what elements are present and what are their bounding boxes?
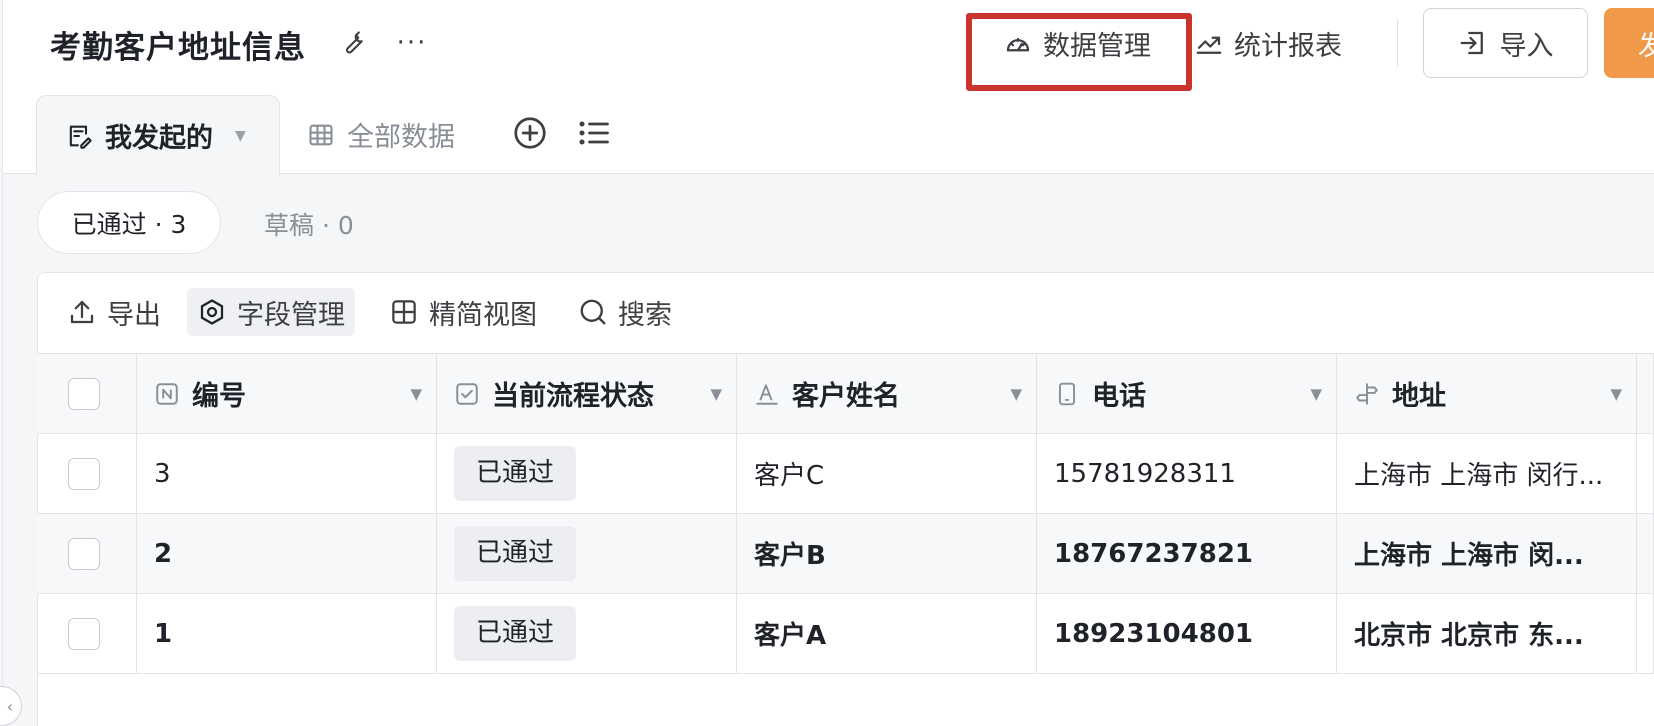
phone-icon (1058, 382, 1076, 405)
column-header-name-label: 客户姓名 (792, 381, 900, 412)
import-button[interactable]: 导入 (1423, 8, 1588, 78)
cell-address: 北京市 北京市 东... (1337, 594, 1637, 673)
page-title: 考勤客户地址信息 (50, 30, 306, 66)
row-checkbox[interactable] (68, 617, 100, 650)
tab-my-submissions-label: 我发起的 (105, 123, 213, 154)
data-table: 编号 ▼ 当前流程状态 ▼ 客户姓名 ▼ 电话 ▼ 地址 ▼ 3 已通过 客户C… (37, 354, 1654, 674)
checkbox-field-icon (456, 382, 478, 405)
import-label: 导入 (1499, 30, 1554, 62)
select-all-cell (37, 354, 137, 433)
column-header-status-label: 当前流程状态 (492, 381, 654, 412)
column-menu-icon[interactable]: ▼ (1310, 385, 1322, 403)
add-view-icon[interactable] (512, 115, 548, 151)
primary-action-button[interactable]: 发 (1604, 8, 1654, 78)
column-header-id[interactable]: 编号 ▼ (137, 354, 437, 433)
table-icon (309, 124, 333, 145)
cell-overflow (1637, 434, 1654, 513)
grid-icon (392, 300, 416, 324)
more-icon[interactable]: ··· (392, 26, 432, 60)
cell-id: 3 (137, 434, 437, 513)
filter-draft-chip[interactable]: 草稿 · 0 (264, 206, 354, 242)
column-menu-icon[interactable]: ▼ (1010, 385, 1022, 403)
caret-down-icon[interactable]: ▼ (235, 128, 246, 144)
export-label: 导出 (107, 299, 161, 331)
column-header-name[interactable]: 客户姓名 ▼ (737, 354, 1037, 433)
column-menu-icon[interactable]: ▼ (1610, 385, 1622, 403)
search-label: 搜索 (618, 299, 672, 331)
column-header-phone[interactable]: 电话 ▼ (1037, 354, 1337, 433)
text-field-icon (756, 383, 778, 405)
cell-address: 上海市 上海市 闵行... (1337, 434, 1637, 513)
column-menu-icon[interactable]: ▼ (710, 385, 722, 403)
import-icon (1460, 31, 1483, 55)
table-header-row: 编号 ▼ 当前流程状态 ▼ 客户姓名 ▼ 电话 ▼ 地址 ▼ (37, 354, 1654, 434)
cell-name: 客户A (737, 594, 1037, 673)
row-select-cell (37, 594, 137, 673)
cell-status: 已通过 (437, 594, 737, 673)
cell-id: 1 (137, 594, 437, 673)
column-header-id-label: 编号 (192, 381, 246, 412)
cell-phone: 18767237821 (1037, 514, 1337, 593)
sidebar-collapse-icon[interactable]: ‹ (0, 686, 22, 726)
field-management-label: 字段管理 (237, 299, 345, 331)
dashboard-icon (1006, 37, 1030, 51)
status-badge: 已通过 (454, 446, 577, 501)
row-checkbox[interactable] (68, 537, 100, 570)
header-divider (1397, 19, 1398, 67)
cell-phone: 15781928311 (1037, 434, 1337, 513)
select-all-checkbox[interactable] (68, 377, 100, 410)
cell-name: 客户B (737, 514, 1037, 593)
gear-icon (200, 299, 224, 325)
cell-phone: 18923104801 (1037, 594, 1337, 673)
primary-action-label: 发 (1638, 30, 1654, 62)
page: 考勤客户地址信息 ··· 数据管理 统计报表 导入 发 我发起的 ▼ 全部数据 … (0, 0, 1654, 726)
tab-my-submissions[interactable]: 我发起的 ▼ (36, 95, 280, 175)
table-toolbar: 导出 字段管理 精简视图 搜索 (37, 272, 1654, 354)
view-list-icon[interactable] (576, 115, 612, 151)
column-menu-icon[interactable]: ▼ (410, 385, 422, 403)
row-checkbox[interactable] (68, 457, 100, 490)
upload-icon (70, 300, 94, 324)
data-management-label: 数据管理 (1043, 31, 1151, 62)
row-select-cell (37, 434, 137, 513)
data-management-button[interactable]: 数据管理 (1003, 24, 1151, 63)
trend-chart-icon (1196, 36, 1222, 54)
column-header-address[interactable]: 地址 ▼ (1337, 354, 1637, 433)
cell-overflow (1637, 514, 1654, 593)
tab-all-data-label: 全部数据 (347, 122, 455, 153)
column-header-status[interactable]: 当前流程状态 ▼ (437, 354, 737, 433)
table-row[interactable]: 2 已通过 客户B 18767237821 上海市 上海市 闵... (37, 514, 1654, 594)
simple-view-label: 精简视图 (429, 299, 537, 331)
tab-all-data[interactable]: 全部数据 (307, 115, 455, 154)
simple-view-button[interactable]: 精简视图 (379, 288, 547, 336)
column-header-phone-label: 电话 (1092, 381, 1146, 412)
table-row[interactable]: 3 已通过 客户C 15781928311 上海市 上海市 闵行... (37, 434, 1654, 514)
search-icon (580, 299, 606, 325)
cell-overflow (1637, 594, 1654, 673)
signpost-icon (1356, 382, 1378, 405)
column-header-address-label: 地址 (1392, 381, 1446, 412)
row-select-cell (37, 514, 137, 593)
cell-address: 上海市 上海市 闵... (1337, 514, 1637, 593)
stats-report-label: 统计报表 (1234, 31, 1342, 62)
cell-status: 已通过 (437, 514, 737, 593)
status-badge: 已通过 (454, 526, 577, 581)
stats-report-button[interactable]: 统计报表 (1194, 24, 1342, 63)
cell-name: 客户C (737, 434, 1037, 513)
column-overflow (1637, 354, 1654, 433)
form-edit-icon (69, 125, 92, 149)
search-button[interactable]: 搜索 (568, 288, 682, 336)
cell-status: 已通过 (437, 434, 737, 513)
table-row[interactable]: 1 已通过 客户A 18923104801 北京市 北京市 东... (37, 594, 1654, 674)
number-field-icon (156, 382, 178, 405)
cell-id: 2 (137, 514, 437, 593)
field-management-button[interactable]: 字段管理 (187, 288, 355, 336)
status-badge: 已通过 (454, 606, 577, 661)
wrench-icon[interactable] (336, 26, 370, 60)
export-button[interactable]: 导出 (57, 288, 171, 336)
filter-approved-chip[interactable]: 已通过 · 3 (37, 191, 221, 254)
